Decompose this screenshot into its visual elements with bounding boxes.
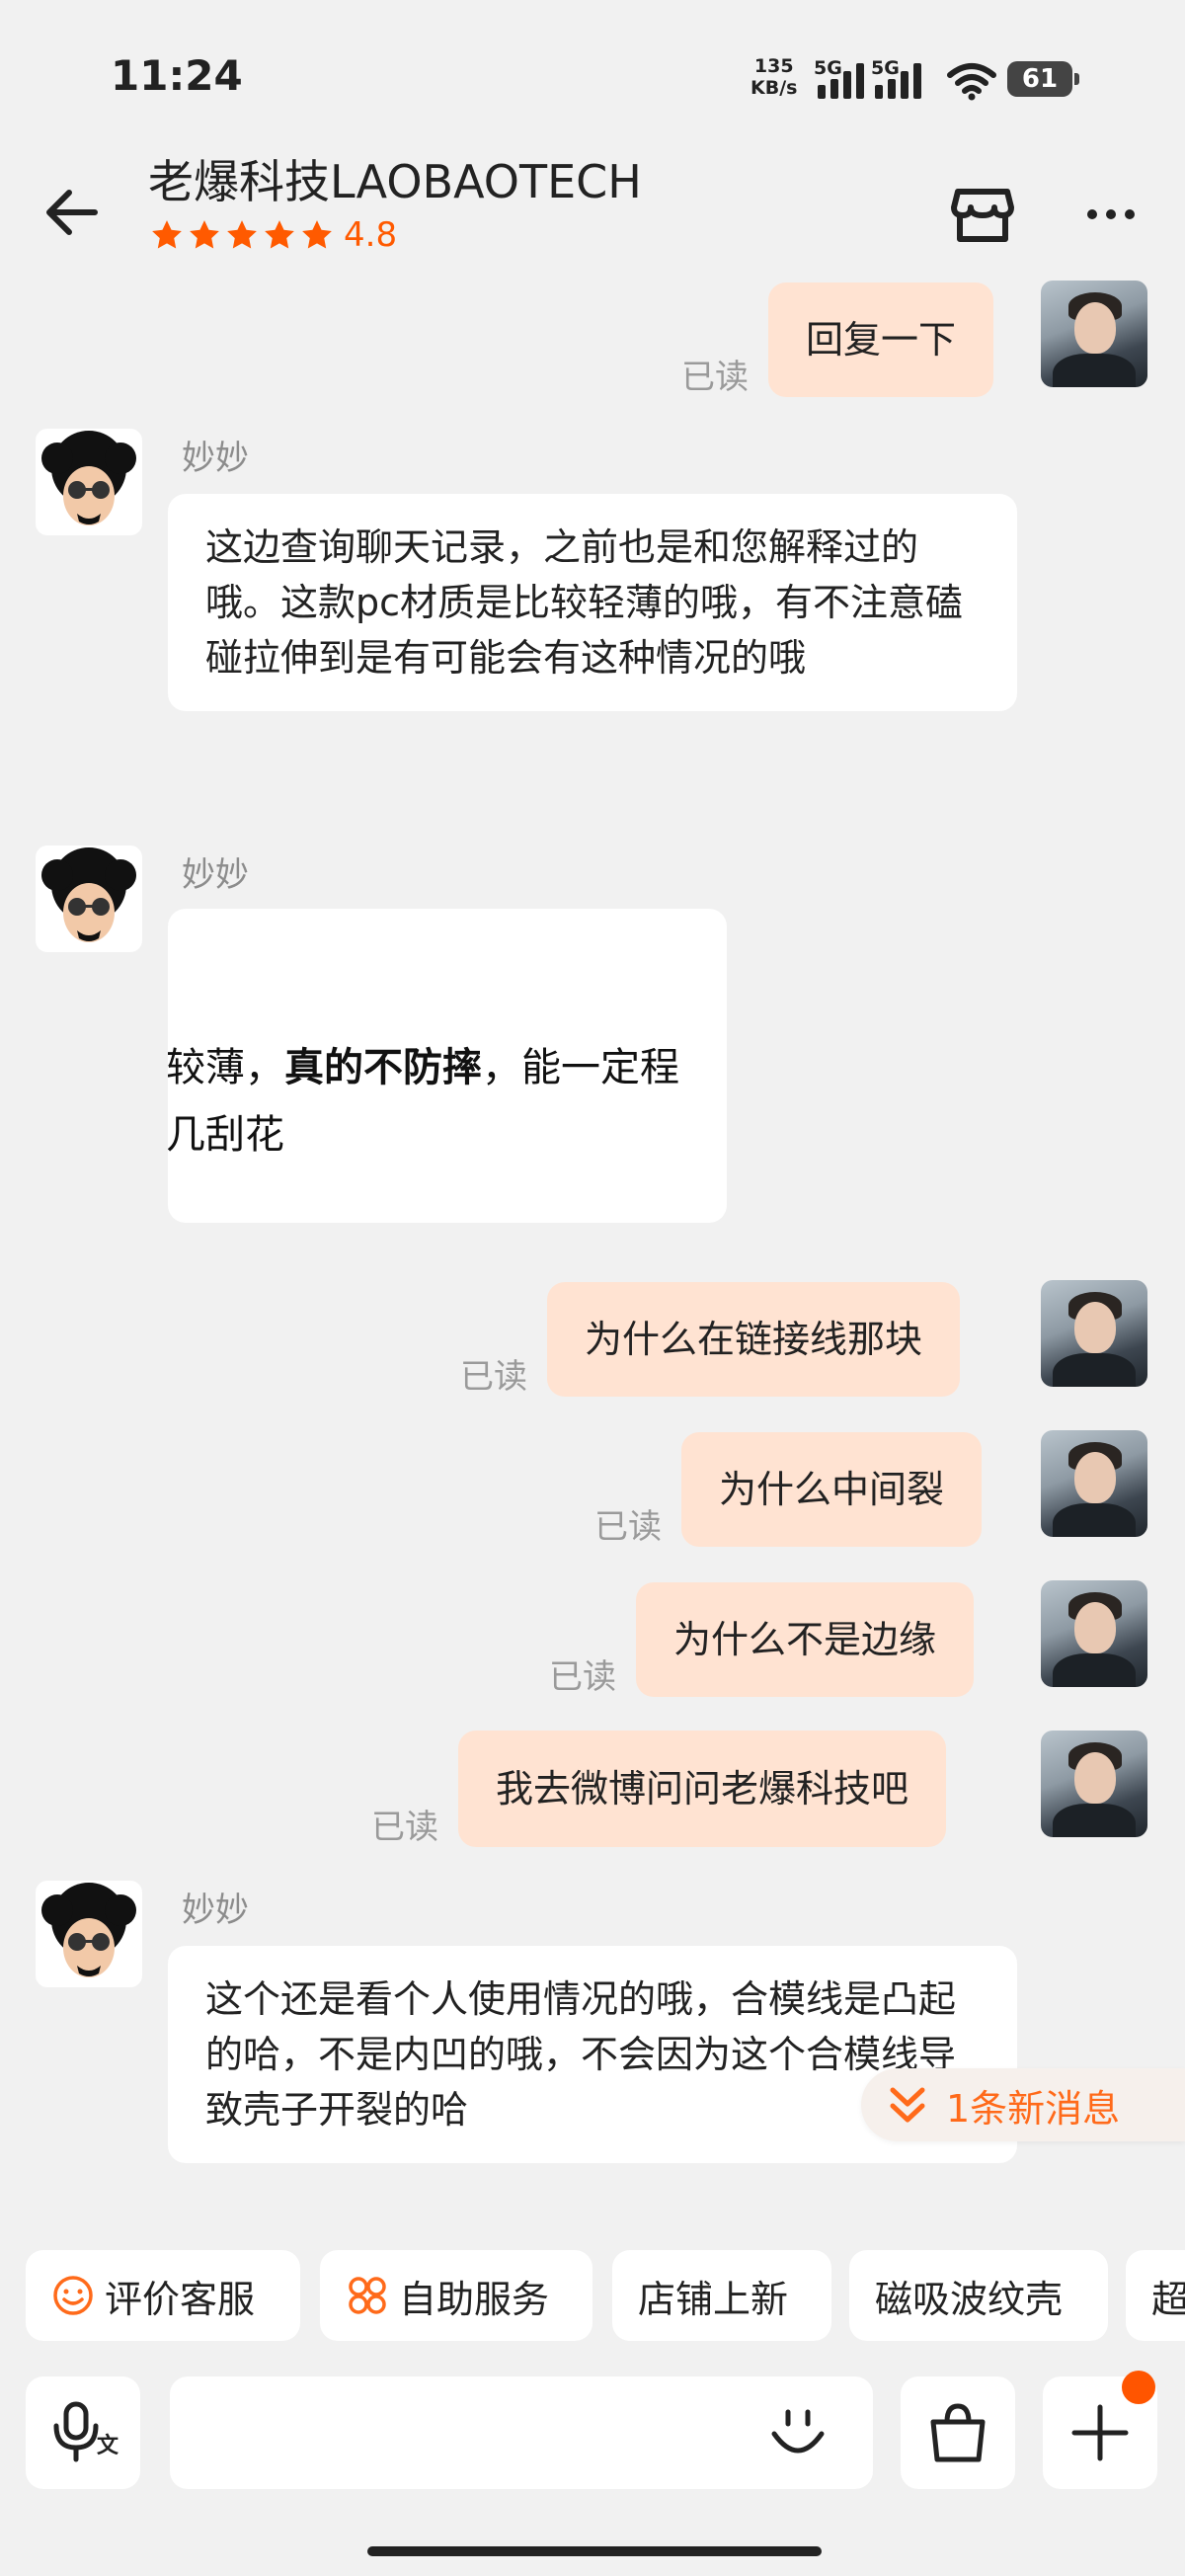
read-status: 已读 xyxy=(594,1507,662,1547)
my-avatar[interactable] xyxy=(1041,1280,1147,1387)
read-status: 已读 xyxy=(460,1357,527,1397)
emoji-icon[interactable] xyxy=(766,2402,830,2465)
image-text-line: 几刮花 xyxy=(168,1112,284,1158)
shop-rating: 4.8 xyxy=(150,215,397,255)
plus-icon xyxy=(1071,2404,1129,2461)
chip-rate-service[interactable]: 评价客服 xyxy=(26,2250,300,2341)
sender-name: 妙妙 xyxy=(182,855,249,895)
read-status: 已读 xyxy=(549,1657,616,1697)
sim2-label: 5G xyxy=(871,57,900,79)
my-message-bubble[interactable]: 为什么不是边缘 xyxy=(636,1582,975,1697)
image-text-line: 较薄，真的不防摔，能一定程 xyxy=(168,1045,679,1090)
agent-avatar[interactable] xyxy=(36,1881,142,1987)
signal-1-icon: 5G xyxy=(814,57,864,99)
smile-icon xyxy=(53,2276,93,2315)
agent-avatar[interactable] xyxy=(36,845,142,952)
my-message-bubble[interactable]: 回复一下 xyxy=(768,282,994,397)
chip-label: 评价客服 xyxy=(105,2277,256,2321)
star-icon xyxy=(265,220,294,249)
chip-new-arrivals[interactable]: 店铺上新 xyxy=(612,2250,831,2341)
order-button[interactable] xyxy=(901,2376,1015,2489)
chip-label: 自助服务 xyxy=(399,2277,550,2321)
chip-magsafe-case[interactable]: 磁吸波纹壳 xyxy=(849,2250,1108,2341)
chip-label: 磁吸波纹壳 xyxy=(875,2277,1064,2321)
chip-label: 店铺上新 xyxy=(638,2277,789,2321)
my-avatar[interactable] xyxy=(1041,1731,1147,1837)
notification-dot xyxy=(1122,2371,1155,2404)
my-avatar[interactable] xyxy=(1041,1430,1147,1537)
star-icon xyxy=(227,220,257,249)
star-icon xyxy=(152,220,182,249)
rating-value: 4.8 xyxy=(344,215,398,255)
shop-title[interactable]: 老爆科技LAOBAOTECH xyxy=(148,146,642,211)
signal-2-icon: 5G xyxy=(871,57,921,99)
shopping-bag-icon xyxy=(930,2403,986,2462)
image-message[interactable]: 较薄，真的不防摔，能一定程 几刮花 xyxy=(168,909,727,1223)
chip-label: 超 xyxy=(1151,2277,1185,2321)
battery-indicator: 61 xyxy=(1007,61,1079,97)
chip-more[interactable]: 超 xyxy=(1126,2250,1185,2341)
new-messages-label: 1条新消息 xyxy=(946,2086,1121,2131)
read-status: 已读 xyxy=(681,358,749,397)
more-icon[interactable] xyxy=(1076,190,1146,239)
star-icon xyxy=(302,220,332,249)
sender-name: 妙妙 xyxy=(182,1891,249,1930)
star-icon xyxy=(190,220,219,249)
my-message-bubble[interactable]: 为什么中间裂 xyxy=(681,1432,983,1547)
read-status: 已读 xyxy=(371,1808,438,1847)
home-indicator[interactable] xyxy=(367,2546,822,2556)
network-speed-value: 135 xyxy=(753,55,794,77)
store-icon[interactable] xyxy=(948,180,1017,249)
back-arrow-icon[interactable] xyxy=(40,178,109,247)
new-messages-button[interactable]: 1条新消息 xyxy=(861,2068,1185,2141)
network-speed: 135 KB/s xyxy=(750,55,797,99)
sim1-label: 5G xyxy=(814,57,842,79)
message-input[interactable] xyxy=(170,2376,873,2489)
status-time: 11:24 xyxy=(111,51,243,100)
my-message-bubble[interactable]: 为什么在链接线那块 xyxy=(547,1282,961,1397)
chip-self-service[interactable]: 自助服务 xyxy=(320,2250,592,2341)
my-avatar[interactable] xyxy=(1041,1580,1147,1687)
double-chevron-down-icon xyxy=(890,2087,925,2123)
my-avatar[interactable] xyxy=(1041,281,1147,387)
agent-avatar[interactable] xyxy=(36,429,142,535)
agent-message-bubble[interactable]: 这边查询聊天记录，之前也是和您解释过的哦。这款pc材质是比较轻薄的哦，有不注意磕… xyxy=(168,494,1017,711)
voice-input-button[interactable]: 文 xyxy=(26,2376,140,2489)
sender-name: 妙妙 xyxy=(182,439,249,478)
wifi-icon xyxy=(947,63,996,101)
voice-sub-label: 文 xyxy=(97,2434,119,2458)
network-speed-unit: KB/s xyxy=(750,77,798,99)
grid-icon xyxy=(349,2277,386,2314)
my-message-bubble[interactable]: 我去微博问问老爆科技吧 xyxy=(458,1731,947,1847)
